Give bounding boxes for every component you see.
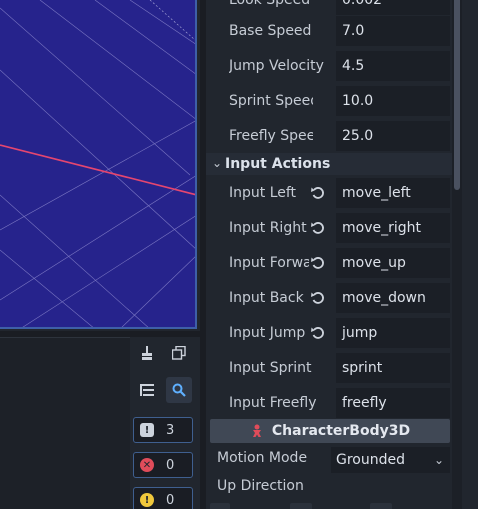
prop-value[interactable]: 4.5 [336, 51, 450, 81]
prop-input-right[interactable]: Input Right move_right [206, 211, 452, 245]
prop-value[interactable]: freefly [336, 388, 450, 418]
prop-sprint-speed[interactable]: Sprint Speed 10.0 [206, 84, 452, 118]
prop-label: Input Sprint [229, 360, 312, 376]
copy-output-button[interactable] [166, 340, 192, 366]
output-log[interactable] [0, 337, 130, 509]
output-toolbar: ! 3 ✕ 0 ! 0 [130, 337, 200, 509]
prop-label: Sprint Speed [229, 93, 313, 109]
class-header-characterbody3d[interactable]: CharacterBody3D [210, 419, 450, 443]
prop-value[interactable]: sprint [336, 353, 450, 383]
motion-mode-dropdown[interactable]: Grounded ⌄ [331, 447, 450, 473]
revert-icon[interactable] [310, 290, 326, 306]
message-icon: ! [140, 423, 154, 437]
character-body-icon [252, 424, 261, 437]
prop-value[interactable]: move_right [336, 213, 450, 243]
prop-input-left[interactable]: Input Left move_left [206, 176, 452, 210]
prop-jump-velocity[interactable]: Jump Velocity 4.5 [206, 49, 452, 83]
clear-output-button[interactable] [134, 340, 160, 366]
x-axis-line [0, 144, 195, 196]
prop-base-speed[interactable]: Base Speed 7.0 [206, 14, 452, 48]
error-icon: ✕ [140, 458, 154, 472]
warning-count: 0 [166, 492, 175, 508]
revert-icon[interactable] [310, 220, 326, 236]
prop-value[interactable]: 25.0 [336, 121, 450, 151]
prop-input-jump[interactable]: Input Jump jump [206, 316, 452, 350]
search-output-button[interactable] [166, 377, 192, 403]
prop-value[interactable]: 0.002 [336, 0, 450, 15]
chevron-down-icon: ⌄ [212, 156, 223, 170]
prop-input-forward[interactable]: Input Forwa move_up [206, 246, 452, 280]
prop-value[interactable]: move_up [336, 248, 450, 278]
filter-errors-toggle[interactable]: ✕ 0 [133, 452, 193, 478]
prop-input-freefly[interactable]: Input Freefly freefly [206, 386, 452, 420]
prop-value[interactable]: 7.0 [336, 16, 450, 46]
up-direction-y-field[interactable] [290, 503, 312, 509]
up-direction-x-field[interactable] [210, 503, 230, 509]
3d-viewport[interactable] [0, 0, 197, 329]
viewport-grid [0, 0, 195, 327]
prop-label: Input Left [229, 185, 297, 201]
prop-label: Freefly Speed [229, 128, 313, 144]
warning-icon: ! [140, 493, 154, 507]
prop-label: Input Back [229, 290, 304, 306]
prop-input-sprint[interactable]: Input Sprint sprint [206, 351, 452, 385]
copy-icon [172, 346, 186, 360]
message-count: 3 [166, 422, 175, 438]
prop-label: Input Freefly [229, 395, 317, 411]
prop-value[interactable]: 10.0 [336, 86, 450, 116]
inspector-scroll-thumb[interactable] [454, 0, 460, 190]
prop-input-back[interactable]: Input Back move_down [206, 281, 452, 315]
class-title: CharacterBody3D [271, 423, 411, 439]
filter-messages-toggle[interactable]: ! 3 [133, 417, 193, 443]
list-collapse-icon [140, 384, 154, 396]
prop-label: Jump Velocity [229, 58, 324, 74]
prop-value[interactable]: move_down [336, 283, 450, 313]
chevron-down-icon: ⌄ [433, 453, 444, 467]
up-direction-z-field[interactable] [370, 503, 392, 509]
revert-icon[interactable] [310, 185, 326, 201]
motion-mode-label: Motion Mode [217, 450, 308, 466]
error-count: 0 [166, 457, 175, 473]
prop-label: Base Speed [229, 23, 312, 39]
revert-icon[interactable] [310, 325, 326, 341]
filter-warnings-toggle[interactable]: ! 0 [133, 487, 193, 509]
motion-mode-value: Grounded [336, 452, 405, 468]
prop-label: Input Right [229, 220, 307, 236]
prop-freefly-speed[interactable]: Freefly Speed 25.0 [206, 119, 452, 153]
prop-label: Input Forwa [229, 255, 309, 271]
prop-value[interactable]: jump [336, 318, 450, 348]
prop-value[interactable]: move_left [336, 178, 450, 208]
up-direction-label: Up Direction [217, 478, 304, 494]
collapse-messages-button[interactable] [134, 377, 160, 403]
prop-label: Input Jump [229, 325, 306, 341]
broom-icon [142, 346, 152, 360]
section-input-actions[interactable]: ⌄ Input Actions [206, 153, 452, 175]
section-title: Input Actions [225, 156, 331, 172]
revert-icon[interactable] [310, 255, 326, 271]
search-icon [172, 383, 186, 397]
